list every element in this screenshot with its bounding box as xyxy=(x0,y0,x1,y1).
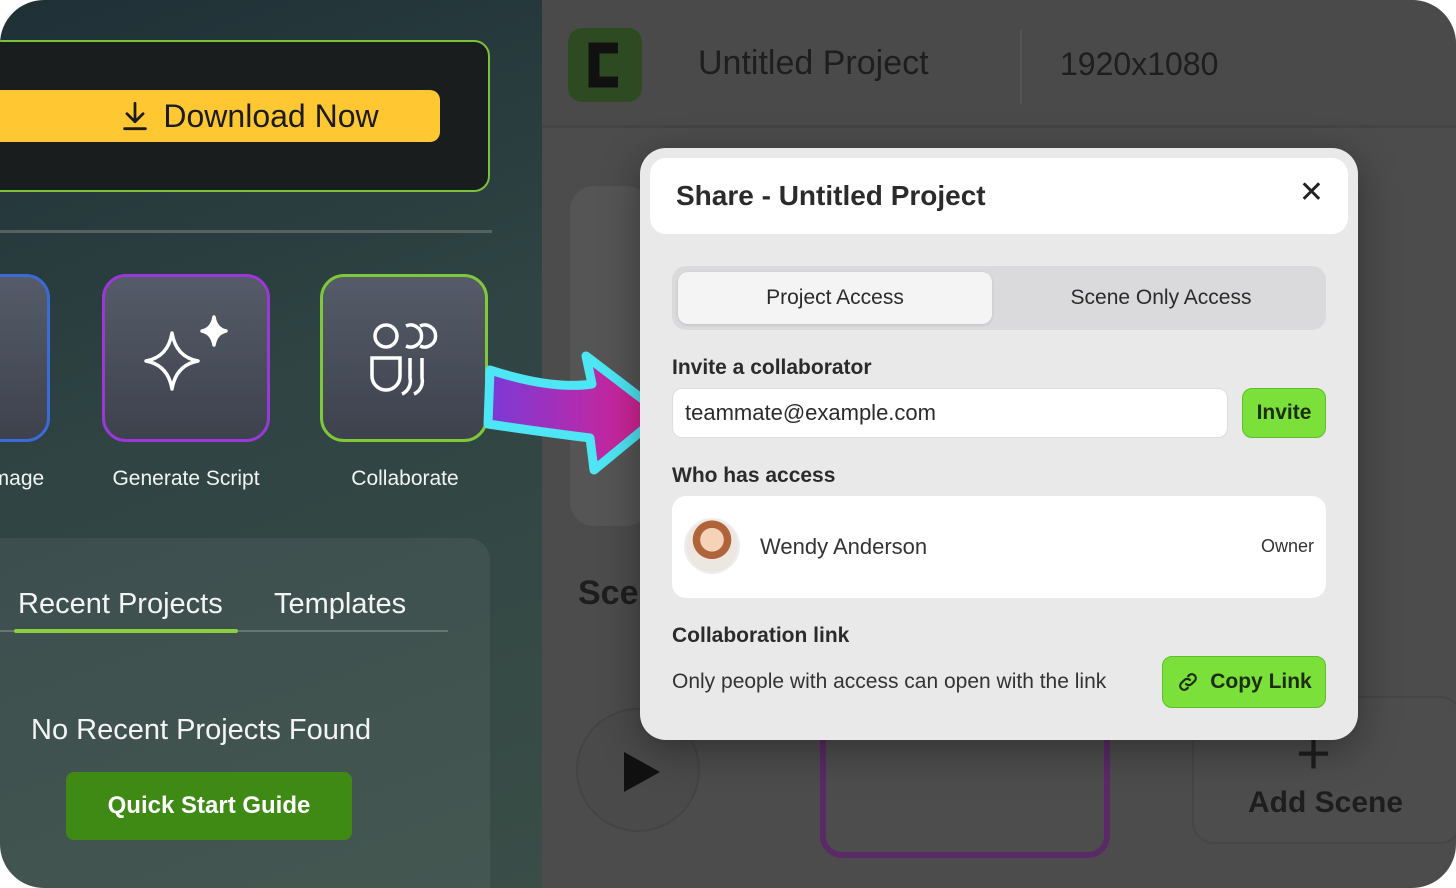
topbar-separator xyxy=(1020,30,1022,104)
dialog-title: Share - Untitled Project xyxy=(676,180,986,211)
collaborate-button[interactable] xyxy=(320,274,488,442)
member-role: Owner xyxy=(1260,536,1314,556)
download-button[interactable]: Download Now xyxy=(0,90,440,142)
left-panel: Download Now Image Generate Script Colla… xyxy=(0,0,542,888)
quick-start-guide-button[interactable]: Quick Start Guide xyxy=(66,772,352,840)
tool-label-image: Image xyxy=(0,467,45,490)
add-scene-label: Add Scene xyxy=(1248,786,1404,819)
link-icon xyxy=(1179,673,1198,691)
access-heading: Who has access xyxy=(672,464,836,487)
tab-project-access[interactable]: Project Access xyxy=(678,272,992,324)
section-divider xyxy=(0,230,492,233)
link-heading: Collaboration link xyxy=(672,624,850,647)
app-logo xyxy=(568,28,642,102)
sparkle-icon xyxy=(144,315,228,391)
invite-heading: Invite a collaborator xyxy=(672,356,872,379)
tab-scene-only-access[interactable]: Scene Only Access xyxy=(1002,272,1320,324)
resolution-label[interactable]: 1920x1080 xyxy=(1060,46,1218,83)
member-name: Wendy Anderson xyxy=(760,534,928,559)
close-icon[interactable]: ✕ xyxy=(1299,178,1324,208)
share-dialog: Share - Untitled Project ✕ Project Acces… xyxy=(640,148,1358,740)
download-label: Download Now xyxy=(163,97,379,134)
scenes-heading: Sce xyxy=(578,574,639,612)
tab-templates[interactable]: Templates xyxy=(274,588,406,621)
member-list: Wendy Anderson Owner xyxy=(672,496,1326,598)
copy-link-button[interactable]: Copy Link xyxy=(1162,656,1326,708)
copy-link-label: Copy Link xyxy=(1210,670,1312,693)
generate-script-button[interactable] xyxy=(102,274,270,442)
dialog-header: Share - Untitled Project ✕ xyxy=(650,158,1348,234)
editor-topbar: Untitled Project 1920x1080 xyxy=(542,0,1456,128)
email-field[interactable] xyxy=(672,388,1228,438)
empty-state-text: No Recent Projects Found xyxy=(31,714,372,746)
invite-button[interactable]: Invite xyxy=(1242,388,1326,438)
avatar xyxy=(684,518,740,574)
download-icon xyxy=(123,101,148,131)
tool-label-generate-script: Generate Script xyxy=(112,467,260,490)
link-note: Only people with access can open with th… xyxy=(672,670,1107,693)
people-icon xyxy=(370,323,438,396)
access-tabs: Project Access Scene Only Access xyxy=(672,266,1326,330)
play-icon xyxy=(624,752,660,792)
image-tool-button[interactable] xyxy=(0,274,50,442)
project-title[interactable]: Untitled Project xyxy=(698,44,929,83)
screenshot-frame: Download Now Image Generate Script Colla… xyxy=(0,0,1456,888)
tool-label-collaborate: Collaborate xyxy=(351,467,459,490)
tab-recent-projects[interactable]: Recent Projects xyxy=(18,588,223,621)
active-tab-indicator xyxy=(14,629,238,633)
